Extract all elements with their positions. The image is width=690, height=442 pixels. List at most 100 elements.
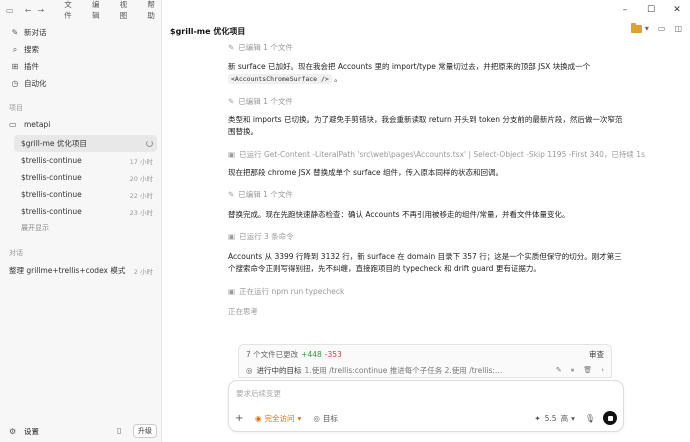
status-edited-1[interactable]: ✎ 已编辑 1 个文件 <box>228 96 293 107</box>
model-controls: ✦ 5.5 高 ▾ 🎙 <box>534 411 617 425</box>
status-running[interactable]: ▣ 正在运行 npm run typecheck <box>228 286 344 297</box>
thread-time: 17 小时 <box>129 157 153 166</box>
thread-item[interactable]: $trellis-continue 23 小时 <box>14 203 157 220</box>
nav-label: 搜索 <box>24 45 39 54</box>
model-select[interactable]: 5.5 <box>545 414 557 423</box>
status-ran-3[interactable]: ▣ 已运行 3 条命令 <box>228 231 294 242</box>
stop-button[interactable] <box>603 411 617 425</box>
chevron-right-icon[interactable]: › <box>601 366 604 375</box>
thread-item[interactable]: $trellis-continue 20 小时 <box>14 169 157 186</box>
project-folder-metapi[interactable]: ▭ metapi <box>9 120 50 129</box>
thread-item-active[interactable]: $grill-me 优化项目 <box>14 135 157 152</box>
status-text: 已运行 Get-Content -LiteralPath 'src\web\pa… <box>239 150 645 159</box>
show-more-link[interactable]: 展开显示 <box>21 223 49 233</box>
nav-search[interactable]: ⌕ 搜索 <box>0 41 162 58</box>
thread-title: $trellis-continue <box>21 190 82 199</box>
nav-label: 自动化 <box>24 79 47 88</box>
thread-item[interactable]: $trellis-continue 17 小时 <box>14 152 157 169</box>
clock-icon: ◷ <box>11 79 19 88</box>
chat-time: 2 小时 <box>133 267 153 276</box>
page-title: $grill-me 优化项目 <box>170 27 246 36</box>
goal-button-label: 目标 <box>322 413 338 423</box>
panel-toggle-icon[interactable]: ▭ <box>658 24 666 33</box>
loading-spinner-icon <box>146 140 153 147</box>
pencil-icon: ✎ <box>228 190 235 199</box>
message-input[interactable] <box>236 389 536 398</box>
menu-view[interactable]: 视图 <box>120 0 134 21</box>
back-arrow-icon[interactable]: ← <box>25 6 38 15</box>
status-text: 已编辑 1 个文件 <box>238 190 293 199</box>
shield-icon: ◉ <box>255 413 262 423</box>
new-chat-icon: ✎ <box>11 28 19 37</box>
status-ran-command[interactable]: ▣ 已运行 Get-Content -LiteralPath 'src\web\… <box>228 149 645 160</box>
gear-icon[interactable]: ⚙ <box>9 427 21 436</box>
message-text: 。 <box>334 74 342 83</box>
changed-files-count[interactable]: 7 个文件已更改 <box>246 349 298 360</box>
nav-new-chat[interactable]: ✎ 新对话 <box>0 24 162 41</box>
device-icon[interactable]: ▯ <box>117 426 121 435</box>
topbar: $grill-me 优化项目 ▾ ▭ ◫ <box>162 0 690 40</box>
menu-file[interactable]: 文件 <box>64 0 78 21</box>
edit-icon[interactable]: ✎ <box>556 366 562 375</box>
target-icon: ◎ <box>246 365 253 375</box>
status-text: 正在运行 npm run typecheck <box>239 287 345 296</box>
status-text: 已运行 3 条命令 <box>239 232 294 241</box>
open-folder-icon[interactable] <box>630 22 642 33</box>
target-icon: ◎ <box>313 413 320 423</box>
thread-title: $trellis-continue <box>21 156 82 165</box>
thread-title: $trellis-continue <box>21 207 82 216</box>
nav-plugins[interactable]: ⊞ 插件 <box>0 58 162 75</box>
thread-item[interactable]: $trellis-continue 22 小时 <box>14 186 157 203</box>
chat-title: 整理 grillme+trellis+codex 模式 <box>9 266 126 275</box>
terminal-icon: ▣ <box>228 287 236 296</box>
sidebar-toggle-icon[interactable]: ▭ <box>6 6 19 15</box>
folder-label: metapi <box>24 120 51 129</box>
permission-label: 完全访问 <box>264 413 295 423</box>
goal-button[interactable]: ◎ 目标 <box>313 413 338 424</box>
folder-icon: ▭ <box>9 120 17 129</box>
status-text: 已编辑 1 个文件 <box>238 43 293 52</box>
assistant-message: 新 surface 已加好。现在我会把 Accounts 里的 import/t… <box>228 61 628 85</box>
status-edited-top[interactable]: ✎ 已编辑 1 个文件 <box>228 42 293 53</box>
projects-section-label: 项目 <box>9 104 23 112</box>
upgrade-button[interactable]: 升级 <box>133 424 157 438</box>
microphone-icon[interactable]: 🎙 <box>585 414 595 423</box>
forward-arrow-icon[interactable]: → <box>38 6 51 15</box>
thinking-indicator: 正在思考 <box>228 307 258 316</box>
plugin-icon: ⊞ <box>11 62 19 71</box>
permission-select[interactable]: ◉ 完全访问 ▾ <box>255 413 301 424</box>
assistant-message: 替换完成。现在先跑快速静态检查：确认 Accounts 不再引用被移走的组件/常… <box>228 210 570 219</box>
review-button[interactable]: 审查 <box>589 349 604 360</box>
effort-select[interactable]: 高 <box>561 413 569 424</box>
goal-label: 进行中的目标 <box>256 365 302 375</box>
chevron-down-icon[interactable]: ▾ <box>645 24 649 33</box>
menu-edit[interactable]: 编辑 <box>92 0 106 21</box>
nav-label: 插件 <box>24 62 39 71</box>
chevron-down-icon: ▾ <box>297 413 302 423</box>
topbar-tools: ▾ ▭ ◫ <box>630 22 682 33</box>
assistant-message: 现在把那段 chrome JSX 替换成单个 surface 组件，传入原本同样… <box>228 168 504 177</box>
status-text: 已编辑 1 个文件 <box>238 97 293 106</box>
thread-time: 20 小时 <box>129 174 153 183</box>
pause-icon[interactable]: ⏸ <box>571 366 575 375</box>
sidebar-footer: ⚙ 设置 ▯ 升级 <box>0 420 162 442</box>
assistant-message: Accounts 从 3399 行降到 3132 行，新 surface 在 d… <box>228 252 622 273</box>
chat-item[interactable]: 整理 grillme+trellis+codex 模式 2 小时 <box>9 262 157 279</box>
sparkle-icon: ✦ <box>534 413 541 423</box>
sidebar-nav: ✎ 新对话 ⌕ 搜索 ⊞ 插件 ◷ 自动化 <box>0 24 162 92</box>
nav-automation[interactable]: ◷ 自动化 <box>0 75 162 92</box>
pencil-icon: ✎ <box>228 97 235 106</box>
menu-help[interactable]: 帮助 <box>147 0 161 21</box>
thread-time: 23 小时 <box>129 208 153 217</box>
lines-added: +448 <box>301 349 322 359</box>
split-view-icon[interactable]: ◫ <box>674 24 682 33</box>
delete-icon[interactable]: 🗑 <box>583 366 592 375</box>
settings-link[interactable]: 设置 <box>24 426 39 437</box>
chevron-down-icon[interactable]: ▾ <box>571 414 575 423</box>
message-text: 新 surface 已加好。现在我会把 Accounts 里的 import/t… <box>228 62 591 71</box>
assistant-message: 类型和 imports 已切换。为了避免手剪错块，我会重新读取 return 开… <box>228 115 623 136</box>
menubar: ▭ ← → 文件 编辑 视图 帮助 <box>6 0 161 20</box>
add-icon[interactable]: + <box>235 413 249 424</box>
terminal-icon: ▣ <box>228 232 236 241</box>
status-edited-2[interactable]: ✎ 已编辑 1 个文件 <box>228 189 293 200</box>
